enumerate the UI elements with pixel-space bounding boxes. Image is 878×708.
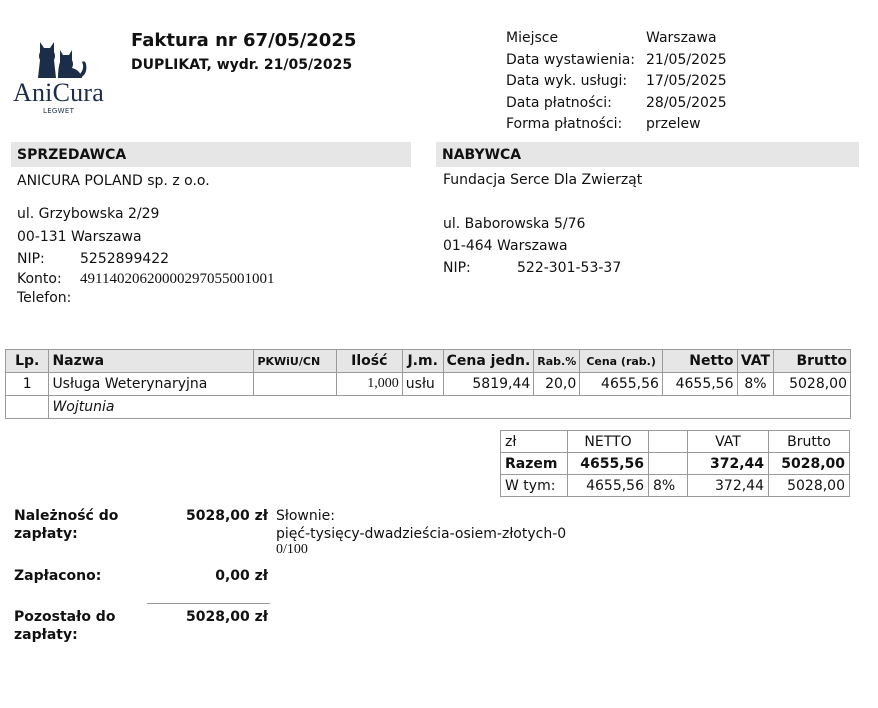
summary-breakdown-row: W tym: 4655,56 8% 372,44 5028,00 — [500, 474, 850, 497]
seller-telefon-label: Telefon: — [17, 290, 72, 306]
buyer-nip: 522-301-53-37 — [517, 260, 622, 276]
invoice-title: Faktura nr 67/05/2025 — [131, 30, 357, 51]
paid-label: Zapłacono: — [14, 568, 102, 584]
col-cena: Cena jedn. — [442, 349, 535, 373]
col-brutto: Brutto — [773, 349, 851, 373]
meta-value: 21/05/2025 — [646, 51, 727, 68]
meta-value: 28/05/2025 — [646, 94, 727, 111]
meta-label: Data płatności: — [506, 94, 612, 111]
row-rab: 20,0 — [533, 372, 581, 396]
buyer-street: ul. Baborowska 5/76 — [443, 216, 586, 232]
row-note: Wojtunia — [48, 395, 851, 419]
meta-label: Forma płatności: — [506, 116, 623, 132]
summary-breakdown-netto: 4655,56 — [567, 474, 649, 497]
brand-logo-subtext: LEGWET — [43, 107, 75, 115]
summary-brutto-head: Brutto — [768, 430, 850, 453]
cat-and-dog-silhouette-icon — [36, 38, 90, 80]
seller-konto-label: Konto: — [17, 271, 62, 287]
meta-value: 17/05/2025 — [646, 73, 727, 89]
row-netto: 4655,56 — [661, 372, 738, 396]
meta-label: Miejsce — [506, 30, 559, 46]
amount-due-label-1: Należność do — [14, 508, 119, 524]
items-header-row: Lp. Nazwa PKWiU/CN Ilość J.m. Cena jedn.… — [4, 349, 851, 373]
invoice-subtitle: DUPLIKAT, wydr. 21/05/2025 — [131, 57, 353, 73]
row-cena: 5819,44 — [442, 372, 535, 396]
row-vat: 8% — [736, 372, 775, 396]
row-ilosc: 1,000 — [335, 372, 403, 396]
brand-logo-text: AniCura — [13, 78, 104, 107]
buyer-heading: NABYWCA — [436, 142, 859, 167]
col-netto: Netto — [661, 349, 738, 373]
summary-vat-head: VAT — [687, 430, 769, 453]
summary-breakdown-brutto: 5028,00 — [768, 474, 850, 497]
amount-due-label-2: zapłaty: — [14, 526, 78, 542]
row-lp: 1 — [4, 372, 50, 396]
col-rab: Rab.% — [533, 349, 581, 373]
summary-currency: zł — [500, 430, 568, 453]
summary-total-row: Razem 4655,56 372,44 5028,00 — [500, 452, 850, 475]
summary-total-vat: 372,44 — [687, 452, 769, 475]
col-jm: J.m. — [401, 349, 444, 373]
seller-konto: 49114020620000297055001001 — [80, 271, 275, 287]
summary-total-brutto: 5028,00 — [768, 452, 850, 475]
summary-rate-head — [648, 430, 688, 453]
items-table: Lp. Nazwa PKWiU/CN Ilość J.m. Cena jedn.… — [4, 349, 851, 419]
amount-in-words-label: Słownie: — [276, 508, 335, 524]
meta-labels: Miejsce Data wystawienia: Data wyk. usłu… — [506, 28, 635, 136]
col-vat: VAT — [736, 349, 775, 373]
amount-due-value: 5028,00 zł — [186, 508, 268, 524]
summary-total-label: Razem — [500, 452, 568, 475]
summary-breakdown-label: W tym: — [500, 474, 568, 497]
summary-breakdown-vat: 372,44 — [687, 474, 769, 497]
buyer-nip-label: NIP: — [443, 260, 471, 276]
summary-total-rate — [648, 452, 688, 475]
table-row-note: Wojtunia — [4, 395, 851, 419]
remaining-label-2: zapłaty: — [14, 627, 78, 643]
row-pkwiu — [253, 372, 337, 396]
seller-name: ANICURA POLAND sp. z o.o. — [17, 173, 210, 189]
summary-table: zł NETTO VAT Brutto Razem 4655,56 372,44… — [500, 430, 850, 497]
summary-total-netto: 4655,56 — [567, 452, 649, 475]
buyer-name: Fundacja Serce Dla Zwierząt — [443, 172, 643, 188]
col-lp: Lp. — [4, 349, 50, 373]
meta-label: Data wystawienia: — [506, 51, 635, 68]
seller-street: ul. Grzybowska 2/29 — [17, 206, 160, 222]
amount-in-words: pięć-tysięcy-dwadzieścia-osiem-złotych-0 — [276, 526, 567, 542]
summary-netto-head: NETTO — [567, 430, 649, 453]
table-row: 1 Usługa Weterynaryjna 1,000 usłu 5819,4… — [4, 372, 851, 396]
summary-header-row: zł NETTO VAT Brutto — [500, 430, 850, 453]
meta-label: Data wyk. usługi: — [506, 73, 628, 89]
seller-heading: SPRZEDAWCA — [11, 142, 411, 167]
col-nazwa: Nazwa — [48, 349, 255, 373]
meta-values: Warszawa 21/05/2025 17/05/2025 28/05/202… — [646, 28, 727, 136]
seller-nip: 5252899422 — [80, 251, 170, 267]
row-jm: usłu — [401, 372, 444, 396]
summary-breakdown-rate: 8% — [648, 474, 688, 497]
seller-city: 00-131 Warszawa — [17, 229, 142, 245]
paid-value: 0,00 zł — [215, 568, 268, 584]
remaining-label-1: Pozostało do — [14, 609, 116, 625]
seller-nip-label: NIP: — [17, 251, 45, 267]
col-cena-rab: Cena (rab.) — [579, 349, 663, 373]
row-brutto: 5028,00 — [773, 372, 851, 396]
remaining-value: 5028,00 zł — [186, 609, 268, 625]
amount-in-words-cents: 0/100 — [276, 542, 308, 557]
divider — [147, 603, 270, 604]
row-nazwa: Usługa Weterynaryjna — [48, 372, 255, 396]
col-ilosc: Ilość — [335, 349, 403, 373]
meta-value: przelew — [646, 116, 701, 132]
meta-value: Warszawa — [646, 30, 717, 46]
row-note-spacer — [4, 395, 50, 419]
buyer-city: 01-464 Warszawa — [443, 238, 568, 254]
col-pkwiu: PKWiU/CN — [253, 349, 337, 373]
row-cena-rab: 4655,56 — [579, 372, 663, 396]
